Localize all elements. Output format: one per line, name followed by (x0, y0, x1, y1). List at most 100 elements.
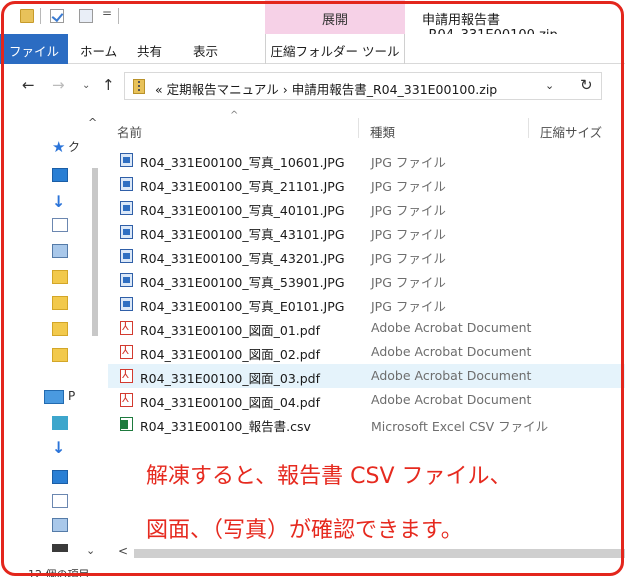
file-row[interactable]: R04_331E00100_写真_21101.JPG JPG ファイル (108, 172, 625, 196)
sort-ascending-icon: ^ (230, 110, 239, 121)
address-bar[interactable]: « 定期報告マニュアル › 申請用報告書_R04_331E00100.zip ⌄… (124, 72, 602, 100)
folder-icon[interactable] (52, 296, 68, 310)
column-name[interactable]: 名前 (117, 122, 142, 141)
up-arrow-icon[interactable]: ↑ (102, 76, 115, 94)
annotation-line-2: 図面、（写真）が確認できます。 (146, 518, 463, 543)
file-type: JPG ファイル (371, 275, 446, 290)
file-row[interactable]: R04_331E00100_報告書.csv Microsoft Excel CSV… (108, 412, 625, 436)
downloads-icon[interactable]: ↓ (52, 192, 68, 211)
horizontal-scrollbar[interactable]: < (118, 544, 625, 560)
file-name[interactable]: R04_331E00100_写真_10601.JPG (140, 152, 345, 171)
file-row[interactable]: R04_331E00100_図面_04.pdf Adobe Acrobat Doc… (108, 388, 625, 412)
file-name[interactable]: R04_331E00100_報告書.csv (140, 416, 311, 435)
file-type: JPG ファイル (371, 227, 446, 242)
pictures-icon[interactable] (52, 244, 68, 258)
file-row[interactable]: R04_331E00100_写真_E0101.JPG JPG ファイル (108, 292, 625, 316)
annotation-line-1: 解凍すると、報告書 CSV ファイル、 (146, 464, 512, 489)
file-row[interactable]: R04_331E00100_写真_43101.JPG JPG ファイル (108, 220, 625, 244)
pdf-icon (120, 320, 133, 335)
tab-compressed-folder-tools[interactable]: 圧縮フォルダー ツール (265, 34, 405, 64)
file-row[interactable]: R04_331E00100_図面_01.pdf Adobe Acrobat Doc… (108, 316, 625, 340)
scroll-up-icon[interactable]: ^ (88, 116, 97, 129)
file-row[interactable]: R04_331E00100_写真_40101.JPG JPG ファイル (108, 196, 625, 220)
file-name[interactable]: R04_331E00100_図面_01.pdf (140, 320, 320, 339)
file-name[interactable]: R04_331E00100_写真_21101.JPG (140, 176, 345, 195)
documents-icon[interactable] (52, 218, 68, 232)
recent-locations-icon[interactable]: ⌄ (82, 80, 90, 91)
file-name[interactable]: R04_331E00100_図面_03.pdf (140, 368, 320, 387)
refresh-icon[interactable]: ↻ (580, 76, 593, 94)
navigation-pane: ★ ク ↓ P ↓ ^ ⌄ (0, 108, 108, 577)
file-type: JPG ファイル (371, 203, 446, 218)
this-pc-label[interactable]: P (68, 389, 75, 403)
tab-share[interactable]: 共有 (137, 34, 162, 64)
back-arrow-icon[interactable]: ← (22, 76, 35, 94)
jpg-icon (120, 201, 133, 215)
column-type[interactable]: 種類 (370, 122, 395, 141)
file-row[interactable]: R04_331E00100_写真_10601.JPG JPG ファイル (108, 148, 625, 172)
file-name[interactable]: R04_331E00100_図面_04.pdf (140, 392, 320, 411)
this-pc-icon[interactable] (44, 390, 64, 404)
address-dropdown-icon[interactable]: ⌄ (545, 79, 554, 92)
documents-icon[interactable] (52, 494, 68, 508)
separator (40, 8, 41, 24)
desktop-icon[interactable] (52, 168, 68, 182)
file-list: R04_331E00100_写真_10601.JPG JPG ファイル R04_33… (108, 148, 625, 436)
pictures-icon[interactable] (52, 518, 68, 532)
tab-file[interactable]: ファイル (0, 34, 68, 64)
address-row: ← → ⌄ ↑ « 定期報告マニュアル › 申請用報告書_R04_331E001… (0, 64, 625, 108)
jpg-icon (120, 177, 133, 191)
downloads-icon[interactable]: ↓ (52, 438, 68, 457)
file-row[interactable]: R04_331E00100_写真_53901.JPG JPG ファイル (108, 268, 625, 292)
csv-icon (120, 417, 133, 431)
pdf-icon (120, 344, 133, 359)
scroll-thumb[interactable] (134, 549, 625, 558)
folder-icon[interactable] (52, 348, 68, 362)
jpg-icon (120, 249, 133, 263)
desktop-icon[interactable] (52, 470, 68, 484)
file-type: JPG ファイル (371, 251, 446, 266)
jpg-icon (120, 297, 133, 311)
properties-icon[interactable] (50, 9, 64, 23)
folder-icon[interactable] (52, 270, 68, 284)
column-divider[interactable] (358, 118, 359, 138)
file-type: JPG ファイル (371, 155, 446, 170)
file-name[interactable]: R04_331E00100_写真_E0101.JPG (140, 296, 344, 315)
file-row[interactable]: R04_331E00100_図面_02.pdf Adobe Acrobat Doc… (108, 340, 625, 364)
new-folder-icon[interactable] (79, 9, 93, 23)
jpg-icon (120, 153, 133, 167)
file-name[interactable]: R04_331E00100_写真_43201.JPG (140, 248, 345, 267)
tab-view[interactable]: 表示 (193, 34, 218, 64)
3d-objects-icon[interactable] (52, 416, 68, 430)
file-type: Adobe Acrobat Document (371, 368, 532, 383)
column-compressed-size[interactable]: 圧縮サイズ (540, 122, 602, 141)
scroll-left-icon[interactable]: < (118, 544, 128, 558)
column-divider[interactable] (528, 118, 529, 138)
customize-toolbar-icon[interactable]: = (102, 6, 112, 20)
file-row[interactable]: R04_331E00100_写真_43201.JPG JPG ファイル (108, 244, 625, 268)
file-row[interactable]: R04_331E00100_図面_03.pdf Adobe Acrobat Doc… (108, 364, 625, 388)
breadcrumb[interactable]: « 定期報告マニュアル › 申請用報告書_R04_331E00100.zip (155, 79, 497, 98)
file-name[interactable]: R04_331E00100_図面_02.pdf (140, 344, 320, 363)
file-type: Adobe Acrobat Document (371, 392, 532, 407)
scroll-thumb[interactable] (92, 168, 98, 336)
file-type: Adobe Acrobat Document (371, 344, 532, 359)
file-name[interactable]: R04_331E00100_写真_53901.JPG (140, 272, 345, 291)
nav-scrollbar[interactable]: ^ (88, 116, 102, 546)
file-type: JPG ファイル (371, 299, 446, 314)
forward-arrow-icon[interactable]: → (52, 76, 65, 94)
tab-home[interactable]: ホーム (80, 34, 117, 64)
context-tab-extract[interactable]: 展開 (265, 0, 405, 34)
folder-icon[interactable] (52, 322, 68, 336)
quick-access-star-icon[interactable]: ★ (52, 138, 68, 156)
video-icon[interactable] (52, 544, 68, 552)
title-bar: = 展開 申請用報告書_R04_331E00100.zip (0, 0, 625, 43)
pdf-icon (120, 368, 133, 383)
pdf-icon (120, 392, 133, 407)
quick-access-label[interactable]: ク (68, 138, 80, 155)
file-name[interactable]: R04_331E00100_写真_43101.JPG (140, 224, 345, 243)
jpg-icon (120, 225, 133, 239)
scroll-down-icon[interactable]: ⌄ (86, 544, 95, 557)
zip-folder-icon (133, 79, 145, 94)
file-name[interactable]: R04_331E00100_写真_40101.JPG (140, 200, 345, 219)
